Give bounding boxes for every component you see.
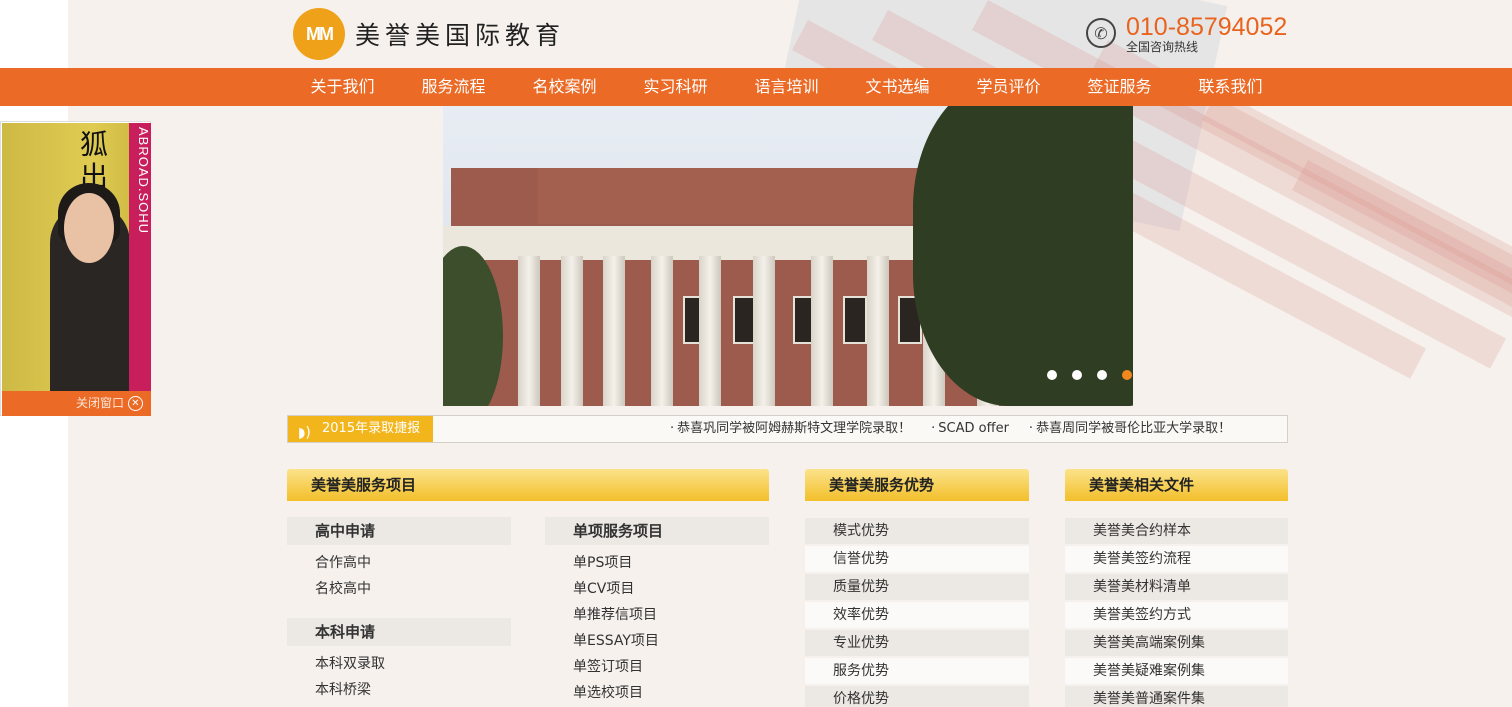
banner-tree (913, 106, 1133, 406)
services-panel-title: 美誉美服务项目 (287, 469, 769, 501)
document-item[interactable]: 美誉美疑难案例集 (1065, 658, 1288, 684)
ticker-item[interactable]: 恭喜周同学被哥伦比亚大学录取！ (1029, 416, 1231, 442)
undergrad-heading: 本科申请 (287, 618, 511, 646)
banner-column (811, 256, 833, 406)
advantage-item[interactable]: 价格优势 (805, 686, 1029, 707)
single-service-link[interactable]: 单CV项目 (545, 576, 634, 602)
advantage-item[interactable]: 质量优势 (805, 574, 1029, 600)
nav-item-process[interactable]: 服务流程 (398, 68, 509, 106)
nav-item-contact[interactable]: 联系我们 (1175, 68, 1286, 106)
hotline: ✆ 010-85794052 全国咨询热线 (1086, 14, 1287, 54)
advantages-panel-title: 美誉美服务优势 (805, 469, 1029, 501)
banner-slideshow[interactable] (443, 106, 1133, 406)
ticker-label-text: 2015年录取捷报 (322, 421, 421, 436)
nav-item-cases[interactable]: 名校案例 (509, 68, 620, 106)
slide-dots (1047, 370, 1133, 380)
advantage-item[interactable]: 模式优势 (805, 518, 1029, 544)
close-window-label: 关闭窗口 (75, 396, 124, 410)
banner-column (651, 256, 673, 406)
hotline-label: 全国咨询热线 (1126, 40, 1199, 54)
document-item[interactable]: 美誉美普通案件集 (1065, 686, 1288, 707)
single-service-link[interactable]: 单选校项目 (545, 680, 643, 706)
slide-dot[interactable] (1047, 370, 1057, 380)
ad-photo-face (64, 193, 114, 263)
banner-building-top (538, 168, 958, 224)
slide-dot[interactable] (1097, 370, 1107, 380)
high-school-link[interactable]: 合作高中 (287, 550, 371, 576)
advantage-item[interactable]: 信誉优势 (805, 546, 1029, 572)
close-icon[interactable]: ✕ (128, 396, 143, 411)
ad-photo[interactable]: 狐出 ABROAD.SOHU (2, 123, 151, 391)
advantage-item[interactable]: 服务优势 (805, 658, 1029, 684)
ticker-item[interactable]: SCAD offer (931, 416, 1009, 442)
banner-window (843, 296, 867, 344)
nav-item-visa[interactable]: 签证服务 (1064, 68, 1175, 106)
document-item[interactable]: 美誉美高端案例集 (1065, 630, 1288, 656)
undergrad-link[interactable]: 本科双录取 (287, 651, 385, 677)
document-item[interactable]: 美誉美签约流程 (1065, 546, 1288, 572)
nav-item-essays[interactable]: 文书选编 (842, 68, 953, 106)
banner-column (753, 256, 775, 406)
banner-column (561, 256, 583, 406)
site-logo[interactable]: MM 美誉美国际教育 (293, 8, 565, 60)
single-service-link[interactable]: 单签订项目 (545, 654, 643, 680)
nav-item-reviews[interactable]: 学员评价 (953, 68, 1064, 106)
close-window-button[interactable]: 关闭窗口 ✕ (2, 391, 151, 416)
single-service-link[interactable]: 单PS项目 (545, 550, 632, 576)
ad-photo-strip: ABROAD.SOHU (129, 123, 151, 391)
nav-item-language[interactable]: 语言培训 (731, 68, 842, 106)
ticker-item[interactable]: 恭喜巩同学被阿姆赫斯特文理学院录取！ (670, 416, 911, 442)
undergrad-link[interactable]: 本科桥梁 (287, 677, 371, 703)
site-header: MM 美誉美国际教育 ✆ 010-85794052 全国咨询热线 (0, 0, 1512, 68)
hotline-number: 010-85794052 (1126, 13, 1288, 41)
banner-column (603, 256, 625, 406)
slide-dot[interactable] (1072, 370, 1082, 380)
logo-mark-icon: MM (293, 8, 345, 60)
banner-column (699, 256, 721, 406)
single-service-link[interactable]: 单推荐信项目 (545, 602, 657, 628)
hotline-text: 010-85794052 全国咨询热线 (1126, 14, 1287, 54)
document-item[interactable]: 美誉美材料清单 (1065, 574, 1288, 600)
main-nav: 关于我们 服务流程 名校案例 实习科研 语言培训 文书选编 学员评价 签证服务 … (0, 68, 1512, 106)
nav-item-about[interactable]: 关于我们 (287, 68, 398, 106)
high-school-link[interactable]: 名校高中 (287, 576, 371, 602)
broadcast-icon: ◗) (298, 425, 311, 441)
single-service-link[interactable]: 单ESSAY项目 (545, 628, 659, 654)
single-service-heading: 单项服务项目 (545, 517, 769, 545)
document-item[interactable]: 美誉美签约方式 (1065, 602, 1288, 628)
ticker-label: ◗) 2015年录取捷报 (288, 416, 433, 442)
banner-column (867, 256, 889, 406)
documents-panel-title: 美誉美相关文件 (1065, 469, 1288, 501)
nav-item-research[interactable]: 实习科研 (620, 68, 731, 106)
floating-ad: 狐出 ABROAD.SOHU 关闭窗口 ✕ (0, 121, 151, 416)
slide-dot[interactable] (1122, 370, 1132, 380)
logo-text: 美誉美国际教育 (355, 21, 566, 50)
high-school-heading: 高中申请 (287, 517, 511, 545)
advantage-item[interactable]: 专业优势 (805, 630, 1029, 656)
phone-icon: ✆ (1086, 18, 1116, 48)
admissions-ticker: ◗) 2015年录取捷报 恭喜巩同学被阿姆赫斯特文理学院录取！ SCAD off… (287, 415, 1288, 443)
banner-column (518, 256, 540, 406)
document-item[interactable]: 美誉美合约样本 (1065, 518, 1288, 544)
ticker-items: 恭喜巩同学被阿姆赫斯特文理学院录取！ SCAD offer 恭喜周同学被哥伦比亚… (670, 416, 1251, 442)
advantage-item[interactable]: 效率优势 (805, 602, 1029, 628)
